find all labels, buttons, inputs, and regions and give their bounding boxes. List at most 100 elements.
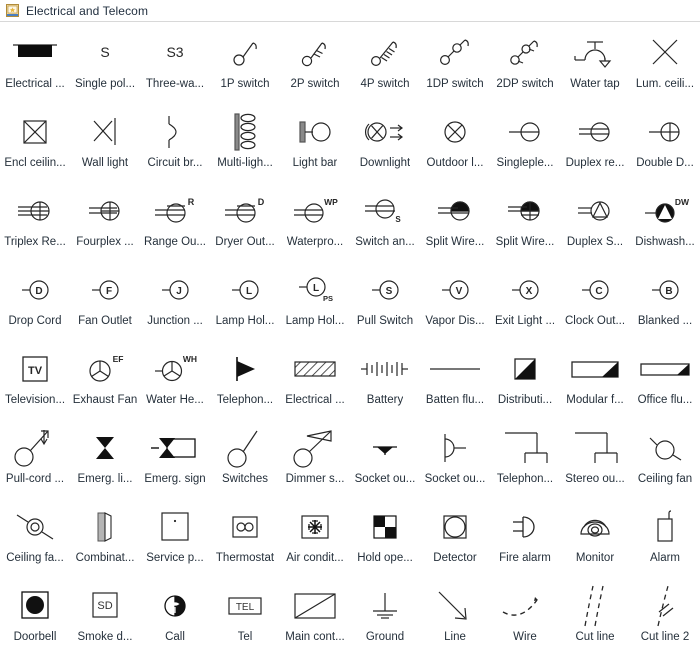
combination-unit-symbol [70,504,140,550]
stencil-item-emergency-light[interactable]: Emerg. li... [70,423,140,488]
stencil-item-pull-switch[interactable]: S Pull Switch [350,265,420,330]
stencil-item-cut-line[interactable]: Cut line [560,581,630,646]
svg-text:WP: WP [324,197,338,207]
stencil-item-water-tap[interactable]: Water tap [560,26,630,93]
stencil-item-duplex-receptacle[interactable]: Duplex re... [560,107,630,172]
stencil-item-monitor-camera[interactable]: Monitor [560,502,630,567]
stencil-label: Electrical ... [285,394,345,406]
stencil-item-detector[interactable]: Detector [420,502,490,567]
dishwasher-outlet-symbol: DW [630,188,700,234]
stencil-item-dryer-outlet[interactable]: D Dryer Out... [210,186,280,251]
stencil-item-socket-outlet-outline[interactable]: Socket ou... [420,423,490,488]
stencil-label: Stereo ou... [565,473,625,485]
stencil-item-television-outlet[interactable]: TV Television... [0,344,70,409]
stencil-item-emergency-sign[interactable]: Emerg. sign [140,423,210,488]
stencil-item-electrical-panel[interactable]: Electrical ... [0,26,70,93]
stencil-item-outdoor-light[interactable]: Outdoor l... [420,107,490,172]
stencil-item-water-heater[interactable]: WH Water He... [140,344,210,409]
stencil-item-luminous-ceiling[interactable]: Lum. ceili... [630,26,700,93]
stencil-item-line[interactable]: Line [420,581,490,646]
stencil-item-waterproof-outlet[interactable]: WP Waterpro... [280,186,350,251]
stencil-item-single-pole-switch[interactable]: S Single pol... [70,26,140,93]
stencil-item-combination-unit[interactable]: Combinat... [70,502,140,567]
stencil-item-vapor-discharge-lamp[interactable]: V Vapor Dis... [420,265,490,330]
stencil-item-thermostat[interactable]: Thermostat [210,502,280,567]
stencil-item-enclosed-ceiling-light[interactable]: Encl ceilin... [0,107,70,172]
stencil-item-ceiling-fan-light[interactable]: Ceiling fa... [0,502,70,567]
stencil-label: Socket ou... [424,473,486,485]
stencil-item-dimmer-switch[interactable]: Dimmer s... [280,423,350,488]
stencil-item-split-wired-quad[interactable]: Split Wire... [490,186,560,251]
stencil-item-fire-alarm[interactable]: Fire alarm [490,502,560,567]
stencil-item-switch-and-receptacle[interactable]: S Switch an... [350,186,420,251]
stencil-label: Combinat... [75,552,135,564]
stencil-item-telephone[interactable]: TEL Tel [210,581,280,646]
stencil-item-singleplex-receptacle[interactable]: Singleple... [490,107,560,172]
stencil-item-fan-outlet[interactable]: F Fan Outlet [70,265,140,330]
stencil-item-stereo-outlet[interactable]: Stereo ou... [560,423,630,488]
stencil-item-wire[interactable]: Wire [490,581,560,646]
doorbell-symbol [0,583,70,629]
stencil-item-4p-switch[interactable]: 4P switch [350,26,420,93]
stencil-item-lamp-holder-pull-switch[interactable]: L PS Lamp Hol... [280,265,350,330]
stencil-item-cut-line-2[interactable]: Cut line 2 [630,581,700,646]
stencil-item-downlight[interactable]: Downlight [350,107,420,172]
stencil-item-double-duplex-receptacle[interactable]: Double D... [630,107,700,172]
stencil-item-alarm[interactable]: Alarm [630,502,700,567]
stencil-item-clock-outlet[interactable]: C Clock Out... [560,265,630,330]
stencil-item-circuit-breaker[interactable]: Circuit br... [140,107,210,172]
svg-text:D: D [35,286,42,297]
television-outlet-symbol: TV [0,346,70,392]
stencil-label: Three-wa... [145,78,205,90]
cut-line-2-symbol [630,583,700,629]
stencil-item-2p-switch[interactable]: 2P switch [280,26,350,93]
stencil-item-batten-fluorescent[interactable]: Batten flu... [420,344,490,409]
stencil-item-junction-box[interactable]: J Junction ... [140,265,210,330]
stencil-item-modular-fluorescent[interactable]: Modular f... [560,344,630,409]
stencil-item-doorbell[interactable]: Doorbell [0,581,70,646]
stencil-item-socket-outlet-filled[interactable]: Socket ou... [350,423,420,488]
stencil-item-drop-cord[interactable]: D Drop Cord [0,265,70,330]
stencil-item-multi-light-bar[interactable]: Multi-ligh... [210,107,280,172]
call-symbol [140,583,210,629]
stencil-label: Service p... [146,552,204,564]
stencil-item-telephone-jack[interactable]: Telephon... [210,344,280,409]
stencil-row: Ceiling fa... Combinat... Service p... T… [0,502,700,567]
stencil-label: Fourplex ... [76,236,134,248]
stencil-item-smoke-detector[interactable]: SD Smoke d... [70,581,140,646]
stencil-item-service-panel[interactable]: Service p... [140,502,210,567]
stencil-item-call[interactable]: Call [140,581,210,646]
stencil-item-split-wired-duplex[interactable]: Split Wire... [420,186,490,251]
stencil-item-exit-light[interactable]: X Exit Light ... [490,265,560,330]
stencil-item-light-bar[interactable]: Light bar [280,107,350,172]
stencil-item-triplex-receptacle[interactable]: Triplex Re... [0,186,70,251]
stencil-item-fourplex-receptacle[interactable]: Fourplex ... [70,186,140,251]
stencil-label: Hold ope... [357,552,413,564]
stencil-item-range-outlet[interactable]: R Range Ou... [140,186,210,251]
stencil-item-telephone-outlet[interactable]: Telephon... [490,423,560,488]
stencil-item-battery[interactable]: Battery [350,344,420,409]
stencil-item-ceiling-fan[interactable]: Ceiling fan [630,423,700,488]
three-way-switch-symbol: S3 [140,28,210,76]
stencil-item-dishwasher-outlet[interactable]: DW Dishwash... [630,186,700,251]
stencil-item-1p-switch[interactable]: 1P switch [210,26,280,93]
pull-switch-symbol: S [350,267,420,313]
stencil-item-duplex-special-purpose[interactable]: Duplex S... [560,186,630,251]
stencil-item-ground[interactable]: Ground [350,581,420,646]
stencil-item-electrical-hatched-box[interactable]: Electrical ... [280,344,350,409]
stencil-item-lamp-holder[interactable]: L Lamp Hol... [210,265,280,330]
stencil-item-exhaust-fan[interactable]: EF Exhaust Fan [70,344,140,409]
stencil-item-three-way-switch[interactable]: S3 Three-wa... [140,26,210,93]
stencil-item-distribution-board[interactable]: Distributi... [490,344,560,409]
stencil-label: Fire alarm [499,552,551,564]
stencil-item-pull-cord-switch[interactable]: Pull-cord ... [0,423,70,488]
stencil-item-blanked-outlet[interactable]: B Blanked ... [630,265,700,330]
stencil-item-wall-light[interactable]: Wall light [70,107,140,172]
stencil-item-1dp-switch[interactable]: 1DP switch [420,26,490,93]
stencil-item-air-conditioner[interactable]: Air condit... [280,502,350,567]
stencil-item-switches[interactable]: Switches [210,423,280,488]
stencil-item-office-fluorescent[interactable]: Office flu... [630,344,700,409]
stencil-item-main-control[interactable]: Main cont... [280,581,350,646]
stencil-item-2dp-switch[interactable]: 2DP switch [490,26,560,93]
stencil-item-hold-open-device[interactable]: Hold ope... [350,502,420,567]
